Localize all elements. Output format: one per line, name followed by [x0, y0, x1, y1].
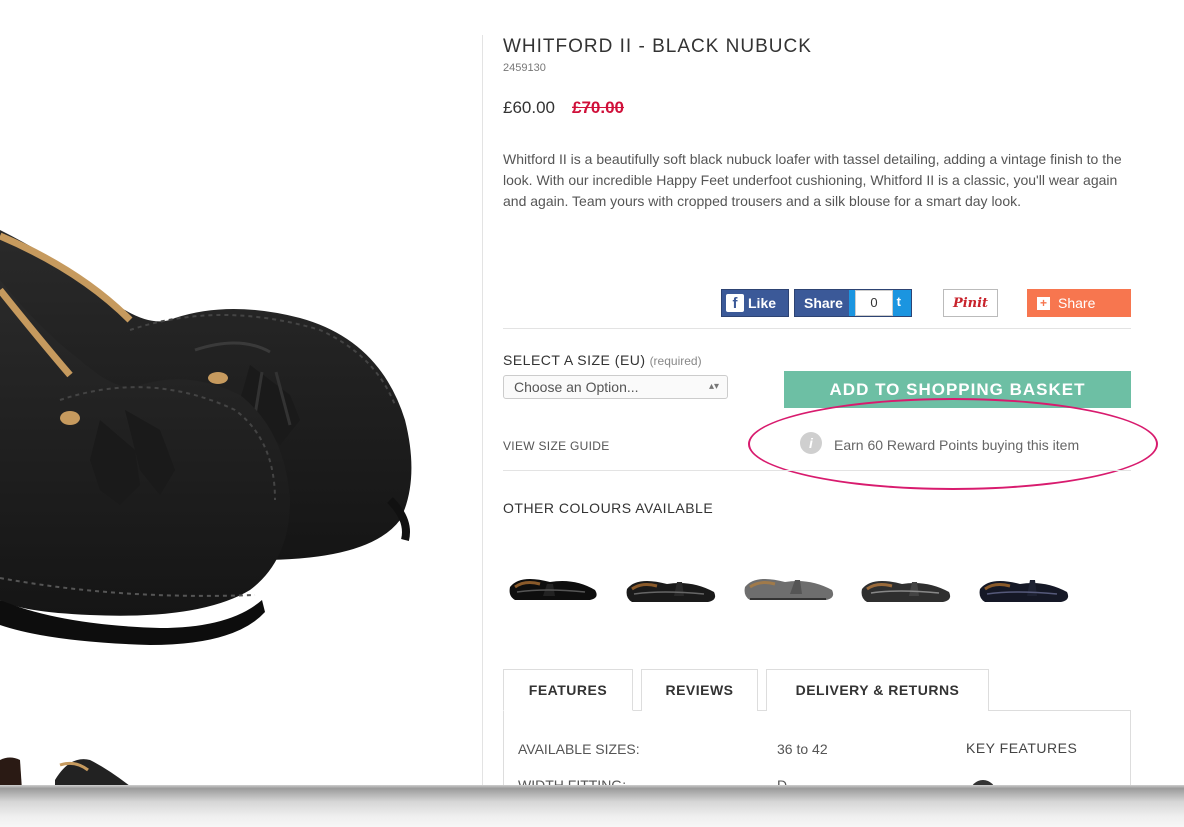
- tweet-fragment: t: [896, 294, 901, 309]
- section-divider: [503, 328, 1131, 329]
- plus-icon: +: [1037, 296, 1050, 310]
- colour-swatch-black-grey-croc[interactable]: [857, 562, 957, 608]
- column-divider: [482, 35, 483, 790]
- facebook-like-label: Like: [748, 295, 777, 311]
- screenshot-bottom-edge: [0, 785, 1184, 827]
- product-page: WHITFORD II - BLACK NUBUCK 2459130 £60.0…: [0, 0, 1184, 790]
- tab-delivery-returns[interactable]: DELIVERY & RETURNS: [766, 669, 989, 711]
- addthis-share-button[interactable]: + Share: [1027, 289, 1131, 317]
- size-label-text: SELECT A SIZE (EU): [503, 352, 646, 368]
- product-sku: 2459130: [503, 62, 546, 74]
- available-sizes-value: 36 to 42: [777, 741, 828, 757]
- tweet-count: 0: [855, 290, 893, 316]
- dropdown-arrows-icon: ▴▾: [708, 381, 719, 392]
- section-divider: [503, 470, 1131, 471]
- current-price: £60.00: [503, 98, 555, 117]
- tab-reviews[interactable]: REVIEWS: [641, 669, 758, 711]
- view-size-guide-link[interactable]: VIEW SIZE GUIDE: [503, 439, 610, 453]
- size-dropdown-value: Choose an Option...: [514, 379, 639, 395]
- product-title: WHITFORD II - BLACK NUBUCK: [503, 36, 812, 57]
- share-label: Share: [804, 295, 843, 311]
- colour-swatch-black-patent[interactable]: [505, 562, 605, 608]
- size-select-label: SELECT A SIZE (EU) (required): [503, 352, 702, 368]
- other-colours-label: OTHER COLOURS AVAILABLE: [503, 500, 714, 516]
- product-main-image[interactable]: [0, 0, 470, 790]
- required-note: (required): [649, 354, 702, 368]
- share-tweet-button[interactable]: Share t: [794, 289, 912, 317]
- pinterest-pinit-button[interactable]: Pinit: [943, 289, 998, 317]
- facebook-like-button[interactable]: f Like: [721, 289, 789, 317]
- colour-swatch-navy-patent[interactable]: [975, 562, 1075, 608]
- highlight-annotation-ellipse: [748, 398, 1158, 490]
- available-sizes-label: AVAILABLE SIZES:: [518, 741, 640, 757]
- facebook-icon: f: [726, 294, 744, 312]
- colour-swatch-black-croc[interactable]: [622, 562, 722, 608]
- colour-swatch-grey-suede[interactable]: [740, 562, 840, 608]
- size-dropdown[interactable]: Choose an Option... ▴▾: [503, 375, 728, 399]
- addthis-share-label: Share: [1058, 295, 1096, 311]
- key-features-heading: KEY FEATURES: [966, 740, 1078, 756]
- tab-features[interactable]: FEATURES: [503, 669, 633, 711]
- product-description: Whitford II is a beautifully soft black …: [503, 151, 1122, 209]
- original-price: £70.00: [572, 98, 624, 117]
